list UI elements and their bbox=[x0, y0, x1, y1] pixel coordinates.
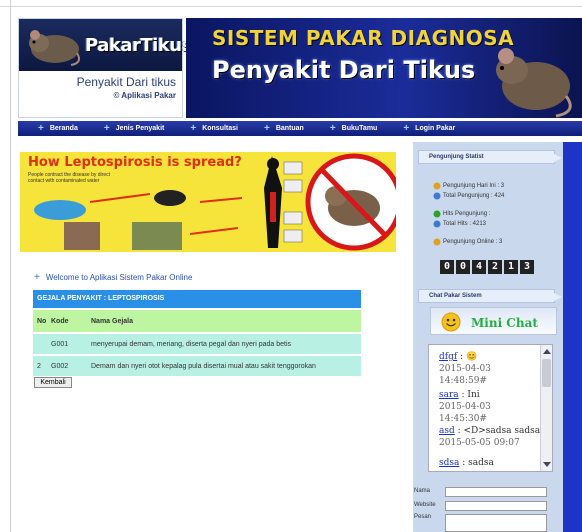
nav-konsultasi[interactable]: + Konsultasi bbox=[190, 122, 238, 134]
kembali-button[interactable]: Kembali bbox=[34, 377, 72, 388]
header-banner: SISTEM PAKAR DIAGNOSA Penyakit Dari Tiku… bbox=[186, 18, 582, 118]
chat-scrollbar[interactable] bbox=[540, 345, 552, 471]
welcome-link[interactable]: + Welcome to Aplikasi Sistem Pakar Onlin… bbox=[34, 272, 192, 283]
nav-bantuan[interactable]: + Bantuan bbox=[263, 122, 304, 134]
user-icon bbox=[433, 238, 441, 246]
chat-message: sdsa : sadsa bbox=[439, 458, 494, 468]
pesan-label: Pesan bbox=[414, 514, 432, 520]
table-title: GEJALA PENYAKIT : LEPTOSPIROSIS bbox=[33, 290, 361, 308]
logo-title: PakarTikus bbox=[85, 35, 192, 56]
website-label: Website bbox=[414, 502, 436, 508]
logo-block[interactable]: PakarTikus Penyakit Dari tikus © Aplikas… bbox=[18, 18, 192, 118]
user-icon bbox=[433, 182, 441, 190]
nama-input[interactable] bbox=[445, 487, 547, 497]
stat-hits: Hits Pengunjung : bbox=[433, 210, 490, 218]
banner-subtitle: Penyakit Dari Tikus bbox=[212, 56, 476, 84]
scroll-up-icon[interactable] bbox=[543, 349, 551, 354]
website-input[interactable] bbox=[445, 501, 547, 511]
nav-beranda[interactable]: + Beranda bbox=[38, 122, 78, 134]
nama-label: Nama bbox=[414, 488, 431, 494]
plus-icon: + bbox=[103, 122, 110, 134]
rat-logo-icon bbox=[29, 30, 80, 66]
nav-login-pakar[interactable]: + Login Pakar bbox=[403, 122, 455, 134]
chat-message: dfgf : 😊 2015-04-03 14:48:59# bbox=[439, 352, 491, 386]
col-kode: Kode bbox=[51, 317, 69, 325]
nav-jenis-penyakit[interactable]: + Jenis Penyakit bbox=[103, 122, 164, 134]
col-no: No bbox=[37, 317, 47, 325]
nav-bukutamu[interactable]: + BukuTamu bbox=[329, 122, 378, 134]
pesan-textarea[interactable] bbox=[445, 514, 547, 532]
logo-copyright: © Aplikasi Pakar bbox=[113, 91, 176, 100]
stat-total-hits: Total Hits : 4213 bbox=[433, 220, 486, 228]
stat-online: Pengunjung Online : 3 bbox=[433, 238, 502, 246]
logo-subtitle: Penyakit Dari tikus bbox=[76, 75, 176, 89]
mini-chat-title: Mini Chat bbox=[471, 316, 538, 330]
chat-message: asd : <D>sadsa sadsa 2015-05-05 09:07 bbox=[439, 426, 541, 448]
scroll-thumb[interactable] bbox=[542, 359, 551, 387]
user-icon bbox=[433, 192, 441, 200]
plus-icon: + bbox=[329, 122, 336, 134]
chat-messages-box[interactable]: dfgf : 😊 2015-04-03 14:48:59# sara : Ini… bbox=[428, 344, 553, 472]
stat-hari-ini: Pengunjung Hari Ini : 3 bbox=[433, 182, 504, 190]
chat-header: Chat Pakar Sistem bbox=[418, 289, 562, 303]
user-icon bbox=[433, 210, 441, 218]
sidebar bbox=[413, 142, 563, 532]
welcome-text: Welcome to Aplikasi Sistem Pakar Online bbox=[45, 273, 193, 282]
plus-icon: + bbox=[263, 122, 270, 134]
scroll-down-icon[interactable] bbox=[543, 462, 551, 467]
leptospirosis-illustration: How Leptospirosis is spread? People cont… bbox=[20, 152, 396, 252]
user-icon bbox=[433, 220, 441, 228]
logo-dark-panel: PakarTikus bbox=[19, 19, 192, 71]
banner-title: SISTEM PAKAR DIAGNOSA bbox=[212, 26, 515, 50]
smiley-icon bbox=[441, 312, 461, 332]
chat-message: sara : Ini 2015-04-03 14:45:30# bbox=[439, 390, 491, 424]
plus-icon: + bbox=[38, 122, 44, 134]
mini-chat-banner: Mini Chat bbox=[430, 307, 557, 335]
table-row: G001 menyerupai demam, meriang, diserta … bbox=[33, 334, 361, 354]
plus-icon: + bbox=[403, 122, 410, 134]
plus-icon: + bbox=[190, 122, 197, 134]
leptospirosis-diagram-icon bbox=[34, 153, 396, 251]
table-row: 2 G002 Demam dan nyeri otot kepalag pula… bbox=[33, 356, 361, 376]
table-header: No Kode Nama Gejala bbox=[33, 310, 361, 332]
visitor-counter: 0 0 4 2 1 3 bbox=[440, 260, 536, 274]
pengunjung-header: Pengunjung Statist bbox=[418, 150, 562, 164]
plus-icon: + bbox=[34, 272, 40, 283]
stat-total-pengunjung: Total Pengunjung : 424 bbox=[433, 192, 504, 200]
rat-banner-icon bbox=[496, 48, 572, 118]
main-navigation: + Beranda + Jenis Penyakit + Konsultasi + Ba… bbox=[18, 121, 582, 136]
col-gejala: Nama Gejala bbox=[91, 317, 134, 325]
